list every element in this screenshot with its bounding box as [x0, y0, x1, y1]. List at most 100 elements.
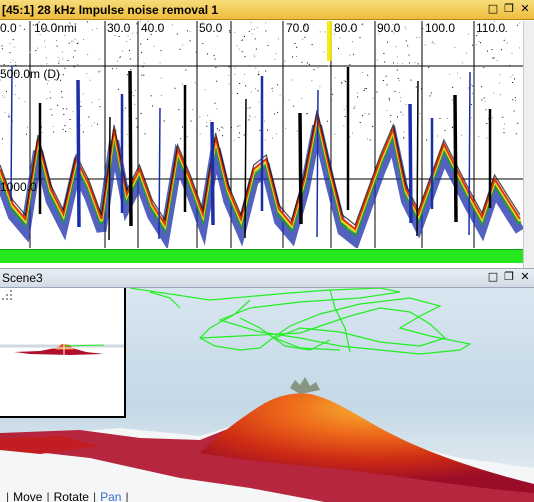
noise-speck — [334, 77, 336, 79]
noise-speck — [82, 131, 84, 133]
noise-speck — [98, 58, 100, 60]
restore-window-icon[interactable]: ❐ — [502, 270, 516, 284]
noise-speck — [512, 82, 514, 83]
minimize-window-icon[interactable]: □ — [486, 2, 500, 16]
echogram-title-bar[interactable]: [45:1] 28 kHz Impulse noise removal 1 □ … — [0, 0, 534, 20]
noise-speck — [515, 100, 516, 102]
noise-speck — [324, 31, 326, 33]
echogram-title: [45:1] 28 kHz Impulse noise removal 1 — [2, 3, 219, 17]
x-tick-label: 100.0 — [425, 21, 456, 35]
echo-spike — [128, 70, 133, 227]
noise-speck — [285, 127, 287, 129]
noise-speck — [516, 24, 518, 26]
noise-speck — [396, 69, 398, 71]
scene-3d-view[interactable]: | Move | Rotate | Pan | — [0, 288, 534, 502]
noise-speck — [111, 68, 113, 70]
noise-speck — [47, 83, 48, 85]
noise-speck — [126, 41, 128, 42]
scene-title-bar[interactable]: Scene3 □ ❐ ✕ — [0, 269, 534, 288]
noise-speck — [221, 126, 223, 128]
noise-speck — [483, 67, 485, 69]
noise-speck — [305, 113, 307, 115]
noise-speck — [259, 129, 261, 131]
noise-speck — [15, 61, 16, 63]
noise-speck — [98, 98, 100, 100]
noise-speck — [152, 105, 153, 107]
noise-speck — [338, 47, 339, 49]
noise-speck — [398, 80, 400, 82]
noise-speck — [384, 61, 386, 63]
noise-speck — [404, 26, 406, 28]
noise-speck — [491, 49, 493, 50]
noise-speck — [480, 42, 481, 44]
pan-mode-button[interactable]: Pan — [100, 490, 121, 502]
noise-speck — [44, 40, 46, 42]
noise-speck — [1, 45, 3, 47]
noise-speck — [478, 135, 480, 137]
noise-speck — [68, 42, 70, 44]
noise-speck — [457, 72, 458, 74]
noise-speck — [265, 70, 267, 72]
noise-speck — [228, 30, 230, 32]
resize-grip-icon[interactable] — [0, 288, 14, 302]
noise-speck — [284, 60, 286, 62]
noise-speck — [472, 44, 473, 46]
noise-speck — [393, 62, 394, 64]
noise-speck — [92, 29, 93, 31]
noise-speck — [8, 116, 10, 118]
noise-speck — [239, 132, 240, 134]
noise-speck — [394, 90, 396, 92]
noise-speck — [23, 28, 25, 30]
overview-inset[interactable] — [0, 288, 126, 418]
noise-stripe — [327, 21, 332, 61]
restore-window-icon[interactable]: ❐ — [502, 2, 516, 16]
noise-speck — [204, 89, 206, 91]
noise-speck — [182, 126, 183, 128]
noise-speck — [408, 54, 410, 56]
minimize-window-icon[interactable]: □ — [486, 270, 500, 284]
noise-speck — [397, 78, 399, 79]
echogram-plot[interactable]: 0.0 10.0nmi 30.0 40.0 50.0 70.0 80.0 90.… — [0, 21, 526, 248]
noise-speck — [271, 87, 273, 89]
noise-speck — [74, 50, 76, 52]
noise-speck — [65, 130, 66, 132]
noise-speck — [242, 39, 243, 41]
noise-speck — [452, 86, 454, 88]
noise-speck — [134, 90, 136, 91]
noise-speck — [4, 111, 6, 113]
noise-speck — [383, 53, 385, 54]
noise-speck — [132, 32, 134, 34]
vertical-scrollbar[interactable] — [523, 21, 534, 268]
noise-speck — [481, 99, 483, 101]
noise-speck — [361, 24, 363, 26]
noise-speck — [144, 133, 146, 135]
noise-speck — [274, 58, 276, 60]
noise-speck — [354, 105, 356, 107]
noise-speck — [294, 43, 296, 44]
noise-speck — [49, 91, 51, 93]
noise-speck — [334, 133, 336, 135]
noise-speck — [133, 95, 135, 97]
noise-speck — [372, 97, 374, 99]
noise-speck — [454, 47, 456, 48]
noise-speck — [153, 45, 155, 47]
noise-speck — [402, 114, 404, 116]
noise-speck — [395, 46, 397, 48]
noise-speck — [405, 40, 407, 42]
noise-speck — [431, 42, 433, 44]
close-window-icon[interactable]: ✕ — [518, 2, 532, 16]
noise-speck — [291, 79, 293, 81]
depth-label: 500.0m (D) — [0, 67, 61, 81]
noise-speck — [57, 104, 59, 106]
noise-speck — [513, 110, 515, 112]
noise-speck — [357, 92, 358, 94]
move-mode-button[interactable]: Move — [13, 490, 42, 502]
noise-speck — [49, 108, 51, 110]
rotate-mode-button[interactable]: Rotate — [54, 490, 89, 502]
noise-speck — [496, 60, 498, 61]
close-window-icon[interactable]: ✕ — [518, 270, 532, 284]
noise-speck — [14, 94, 16, 96]
bottom-line-bar — [0, 249, 523, 263]
noise-speck — [437, 135, 438, 137]
noise-speck — [1, 138, 3, 140]
